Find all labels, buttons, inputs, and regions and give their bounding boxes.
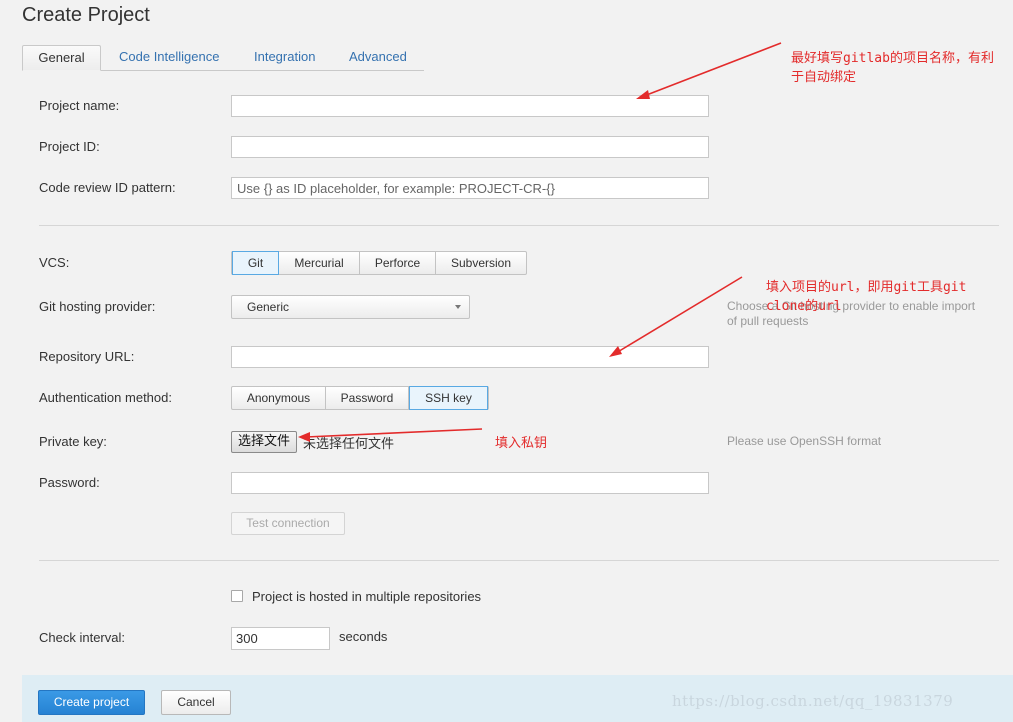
auth-option-ssh-key[interactable]: SSH key	[409, 386, 488, 410]
review-id-pattern-label: Code review ID pattern:	[39, 180, 176, 195]
private-key-label: Private key:	[39, 434, 107, 449]
arrow-to-repo-url	[615, 276, 743, 354]
check-interval-unit: seconds	[339, 629, 388, 644]
multi-repo-checkbox[interactable]	[231, 590, 243, 602]
vcs-label: VCS:	[39, 255, 70, 270]
auth-method-selector: Anonymous Password SSH key	[231, 386, 489, 410]
vcs-selector: Git Mercurial Perforce Subversion	[231, 251, 527, 275]
choose-file-button[interactable]: 选择文件	[231, 431, 298, 453]
tab-advanced[interactable]: Advanced	[337, 45, 419, 69]
test-connection-button[interactable]: Test connection	[231, 512, 345, 535]
auth-method-label: Authentication method:	[39, 390, 172, 405]
create-project-button[interactable]: Create project	[38, 690, 145, 715]
tab-general[interactable]: General	[22, 45, 101, 71]
watermark: https://blog.csdn.net/qq_19831379	[672, 692, 954, 710]
arrow-to-project-name	[643, 42, 782, 97]
password-label: Password:	[39, 475, 100, 490]
cancel-button[interactable]: Cancel	[161, 690, 231, 715]
project-name-input[interactable]	[231, 95, 709, 117]
review-id-pattern-input[interactable]	[231, 177, 709, 199]
section-divider	[39, 560, 999, 561]
password-input[interactable]	[231, 472, 709, 494]
project-id-input[interactable]	[231, 136, 709, 158]
project-name-annotation: 最好填写gitlab的项目名称，有利于自动绑定	[791, 51, 994, 85]
file-status-text: 未选择任何文件	[303, 437, 395, 452]
vcs-option-perforce[interactable]: Perforce	[360, 252, 436, 274]
vcs-option-subversion[interactable]: Subversion	[436, 252, 526, 274]
tab-code-intelligence[interactable]: Code Intelligence	[107, 45, 231, 69]
vcs-option-mercurial[interactable]: Mercurial	[279, 252, 360, 274]
project-id-label: Project ID:	[39, 139, 100, 154]
project-name-label: Project name:	[39, 98, 120, 113]
tab-bar: General Code Intelligence Integration Ad…	[22, 45, 424, 71]
section-divider	[39, 225, 999, 226]
check-interval-label: Check interval:	[39, 630, 125, 645]
private-key-annotation: 填入私钥	[495, 436, 548, 451]
vcs-option-git[interactable]: Git	[232, 251, 279, 275]
chevron-down-icon	[455, 305, 461, 309]
auth-option-password[interactable]: Password	[326, 387, 409, 409]
tab-integration[interactable]: Integration	[242, 45, 327, 69]
hosting-provider-select[interactable]: Generic	[231, 295, 470, 319]
page-title: Create Project	[22, 4, 150, 26]
create-project-page: Create Project General Code Intelligence…	[0, 0, 1013, 722]
repository-url-label: Repository URL:	[39, 349, 135, 364]
check-interval-input[interactable]	[231, 627, 330, 650]
repository-url-input[interactable]	[231, 346, 709, 368]
private-key-hint: Please use OpenSSH format	[727, 434, 882, 448]
hosting-provider-label: Git hosting provider:	[39, 299, 156, 314]
repo-url-annotation: 填入项目的url，即用git工具git clone的url	[766, 280, 967, 314]
hosting-provider-value: Generic	[247, 300, 290, 314]
auth-option-anonymous[interactable]: Anonymous	[232, 387, 326, 409]
multi-repo-label: Project is hosted in multiple repositori…	[252, 589, 482, 604]
